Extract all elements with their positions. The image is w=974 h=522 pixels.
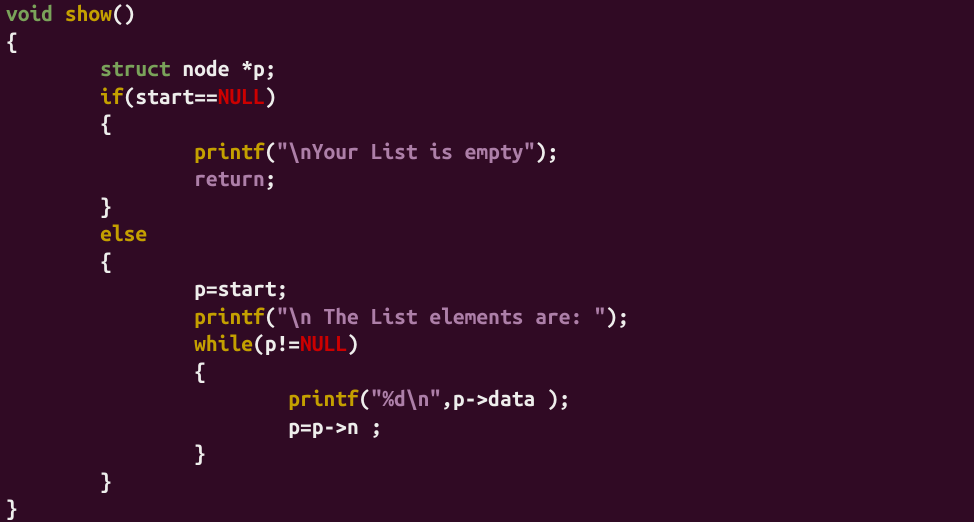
indent (6, 139, 194, 163)
keyword-return: return (194, 166, 265, 190)
indent (6, 331, 194, 355)
indent (6, 386, 288, 410)
stmt-pnext: p=p->n ; (288, 414, 382, 438)
indent (6, 221, 100, 245)
rparen-semi: ); (606, 304, 630, 328)
stmt-assign: p=start; (194, 276, 288, 300)
indent (6, 469, 100, 493)
var-p: p (253, 56, 265, 80)
args-pdata: ,p->data ); (441, 386, 570, 410)
lparen: ( (124, 84, 136, 108)
keyword-void: void (6, 1, 53, 25)
var-start: start (135, 84, 194, 108)
rparen: ) (347, 331, 359, 355)
lparen: ( (265, 139, 277, 163)
keyword-if: if (100, 84, 124, 108)
const-null: NULL (300, 331, 347, 355)
brace-open: { (100, 249, 112, 273)
indent (6, 276, 194, 300)
semicolon: ; (265, 56, 277, 80)
indent (6, 166, 194, 190)
const-null: NULL (218, 84, 265, 108)
semicolon: ; (265, 166, 277, 190)
lparen: ( (253, 331, 265, 355)
brace-close: } (100, 469, 112, 493)
indent (6, 194, 100, 218)
func-printf: printf (194, 139, 265, 163)
var-p: p (265, 331, 277, 355)
indent (6, 304, 194, 328)
indent (6, 111, 100, 135)
indent (6, 249, 100, 273)
lparen: ( (265, 304, 277, 328)
keyword-while: while (194, 331, 253, 355)
indent (6, 414, 288, 438)
string-elems: "\n The List elements are: " (277, 304, 606, 328)
string-empty: "\nYour List is empty" (277, 139, 536, 163)
brace-open: { (194, 359, 206, 383)
indent (6, 56, 100, 80)
op-neq: != (277, 331, 301, 355)
rparen-semi: ); (535, 139, 559, 163)
brace-close: } (6, 496, 18, 520)
keyword-struct: struct (100, 56, 171, 80)
brace-close: } (100, 194, 112, 218)
space (171, 56, 183, 80)
func-printf: printf (194, 304, 265, 328)
rparen: ) (265, 84, 277, 108)
space (229, 56, 241, 80)
func-printf: printf (288, 386, 359, 410)
brace-open: { (6, 29, 18, 53)
indent (6, 84, 100, 108)
parens: () (112, 1, 136, 25)
indent (6, 441, 194, 465)
code-block: void show() { struct node *p; if(start==… (0, 0, 974, 522)
brace-open: { (100, 111, 112, 135)
brace-close: } (194, 441, 206, 465)
op-eqeq: == (194, 84, 218, 108)
type-node: node (182, 56, 229, 80)
keyword-else: else (100, 221, 147, 245)
indent (6, 359, 194, 383)
star: * (241, 56, 253, 80)
lparen: ( (359, 386, 371, 410)
space (53, 1, 65, 25)
func-show: show (65, 1, 112, 25)
string-fmt: "%d\n" (371, 386, 442, 410)
